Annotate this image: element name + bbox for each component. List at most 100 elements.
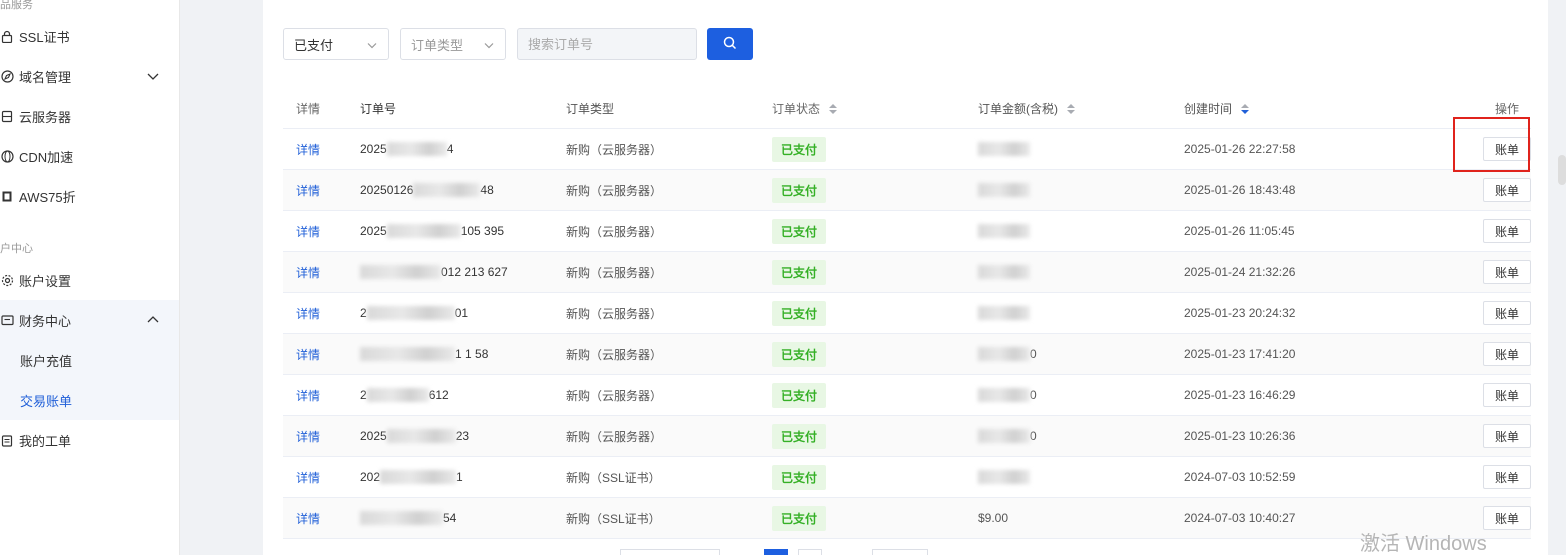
redacted-amount bbox=[978, 347, 1030, 362]
order-no-cell: 2025 4 bbox=[347, 142, 553, 157]
created-time-cell: 2024-07-03 10:52:59 bbox=[1184, 470, 1296, 484]
detail-link[interactable]: 详情 bbox=[296, 184, 320, 198]
order-no-visible-end: 012 213 627 bbox=[441, 264, 508, 279]
table-header: 详情 订单号 订单类型 订单状态 订单金额(含税) 创建时间 操作 bbox=[283, 88, 1531, 129]
order-no-cell: 012 213 627 bbox=[347, 265, 553, 280]
header-order-status[interactable]: 订单状态 bbox=[759, 100, 965, 117]
sidebar-item-domain[interactable]: 域名管理 bbox=[0, 56, 179, 96]
detail-link[interactable]: 详情 bbox=[296, 471, 320, 485]
order-search-input[interactable] bbox=[517, 28, 697, 60]
table-row: 详情 012 213 627 新购（云服务器） 已支付 2025-01-24 21:32… bbox=[283, 252, 1531, 293]
bill-button[interactable]: 账单 bbox=[1483, 424, 1531, 448]
bill-button[interactable]: 账单 bbox=[1483, 465, 1531, 489]
orders-panel: 已支付 订单类型 详情 订单号 订单类型 订单状态 bbox=[263, 0, 1548, 555]
header-detail: 详情 bbox=[296, 101, 321, 116]
order-amount-cell bbox=[965, 183, 1171, 198]
detail-cell: 详情 bbox=[283, 182, 347, 199]
detail-cell: 详情 bbox=[283, 305, 347, 322]
header-order-amount[interactable]: 订单金额(含税) bbox=[965, 100, 1171, 117]
redacted-order-no bbox=[413, 183, 481, 198]
sidebar-item-tickets[interactable]: 我的工单 bbox=[0, 420, 179, 460]
page-jump-input[interactable] bbox=[872, 549, 928, 555]
order-no-cell: 1 1 58 bbox=[347, 347, 553, 362]
order-no-cell: 2025 23 bbox=[347, 429, 553, 444]
action-cell: 账单 bbox=[1407, 301, 1531, 325]
action-cell: 账单 bbox=[1407, 424, 1531, 448]
bill-button[interactable]: 账单 bbox=[1483, 342, 1531, 366]
order-type-cell: 新购（云服务器） bbox=[566, 265, 663, 280]
sidebar-item-finance[interactable]: 财务中心 bbox=[0, 300, 179, 340]
detail-link[interactable]: 详情 bbox=[296, 307, 320, 321]
order-no-visible-end: 4 bbox=[446, 141, 454, 156]
orders-table: 详情 订单号 订单类型 订单状态 订单金额(含税) 创建时间 操作 详情 2025… bbox=[283, 88, 1531, 539]
bill-button[interactable]: 账单 bbox=[1483, 383, 1531, 407]
header-created-time-label: 创建时间 bbox=[1184, 101, 1233, 116]
table-row: 详情 2 612 新购（云服务器） 已支付 0 2025-01-23 16:46:29 账单 bbox=[283, 375, 1531, 416]
order-type-cell: 新购（云服务器） bbox=[566, 388, 663, 403]
order-no-visible-end: 612 bbox=[428, 387, 449, 402]
header-created-time[interactable]: 创建时间 bbox=[1171, 100, 1407, 117]
scrollbar[interactable] bbox=[1558, 155, 1566, 185]
order-status-cell: 已支付 bbox=[759, 423, 965, 449]
bill-button[interactable]: 账单 bbox=[1483, 178, 1531, 202]
redacted-amount bbox=[978, 142, 1030, 157]
detail-link[interactable]: 详情 bbox=[296, 348, 320, 362]
page-current-button[interactable] bbox=[764, 549, 788, 555]
sidebar-item-ssl[interactable]: SSL证书 bbox=[0, 16, 179, 56]
search-button[interactable] bbox=[707, 28, 753, 60]
sort-icon[interactable] bbox=[1067, 104, 1076, 115]
sidebar-item-aws[interactable]: AWS75折 bbox=[0, 176, 179, 216]
action-cell: 账单 bbox=[1407, 260, 1531, 284]
order-no-visible-end: 54 bbox=[443, 510, 457, 525]
sidebar-subitem-recharge[interactable]: 账户充值 bbox=[0, 340, 179, 380]
page-next-button[interactable] bbox=[798, 549, 822, 555]
order-no-cell: 2025 105 395 bbox=[347, 224, 553, 239]
action-cell: 账单 bbox=[1407, 178, 1531, 202]
created-time-cell: 2025-01-26 11:05:45 bbox=[1184, 224, 1295, 238]
redacted-order-no bbox=[366, 388, 429, 403]
bill-button[interactable]: 账单 bbox=[1483, 260, 1531, 284]
order-type-select[interactable]: 订单类型 bbox=[400, 28, 506, 60]
detail-cell: 详情 bbox=[283, 223, 347, 240]
sidebar-item-account-settings[interactable]: 账户设置 bbox=[0, 260, 179, 300]
order-no-visible-end: 1 bbox=[456, 469, 463, 484]
sort-desc-icon[interactable] bbox=[1241, 104, 1250, 115]
action-cell: 账单 bbox=[1407, 219, 1531, 243]
lock-icon bbox=[0, 29, 14, 43]
sidebar-item-cdn[interactable]: CDN加速 bbox=[0, 136, 179, 176]
detail-link[interactable]: 详情 bbox=[296, 143, 320, 157]
bill-button[interactable]: 账单 bbox=[1483, 137, 1531, 161]
bill-button[interactable]: 账单 bbox=[1483, 301, 1531, 325]
page-size-select[interactable] bbox=[620, 549, 720, 555]
sort-icon[interactable] bbox=[829, 104, 838, 115]
order-no-cell: 2 01 bbox=[347, 306, 553, 321]
sidebar-group-label-account: 户中心 bbox=[0, 243, 33, 255]
status-badge: 已支付 bbox=[772, 382, 827, 408]
bill-button[interactable]: 账单 bbox=[1483, 506, 1531, 530]
page-prev-button[interactable] bbox=[730, 549, 754, 555]
redacted-amount bbox=[978, 429, 1030, 444]
order-amount-cell bbox=[965, 470, 1171, 485]
sidebar-group-label-products: 品服务 bbox=[0, 0, 33, 11]
chevron-down-icon bbox=[483, 39, 495, 51]
order-no-visible-start: 2025 bbox=[360, 223, 387, 238]
table-row: 详情 1 1 58 新购（云服务器） 已支付 0 2025-01-23 17:41:20 账… bbox=[283, 334, 1531, 375]
order-type-cell: 新购（SSL证书） bbox=[566, 470, 661, 485]
detail-link[interactable]: 详情 bbox=[296, 266, 320, 280]
detail-link[interactable]: 详情 bbox=[296, 512, 320, 526]
sidebar-item-cloud-server[interactable]: 云服务器 bbox=[0, 96, 179, 136]
sidebar-subitem-transactions[interactable]: 交易账单 bbox=[0, 380, 179, 420]
order-amount-value: 0 bbox=[1030, 346, 1037, 361]
redacted-order-no bbox=[360, 347, 455, 362]
redacted-amount bbox=[978, 306, 1030, 321]
ticket-icon bbox=[0, 433, 14, 447]
detail-cell: 详情 bbox=[283, 346, 347, 363]
status-select[interactable]: 已支付 bbox=[283, 28, 389, 60]
detail-link[interactable]: 详情 bbox=[296, 430, 320, 444]
order-status-cell: 已支付 bbox=[759, 218, 965, 244]
order-status-cell: 已支付 bbox=[759, 464, 965, 490]
status-badge: 已支付 bbox=[772, 464, 827, 490]
detail-link[interactable]: 详情 bbox=[296, 225, 320, 239]
bill-button[interactable]: 账单 bbox=[1483, 219, 1531, 243]
detail-link[interactable]: 详情 bbox=[296, 389, 320, 403]
